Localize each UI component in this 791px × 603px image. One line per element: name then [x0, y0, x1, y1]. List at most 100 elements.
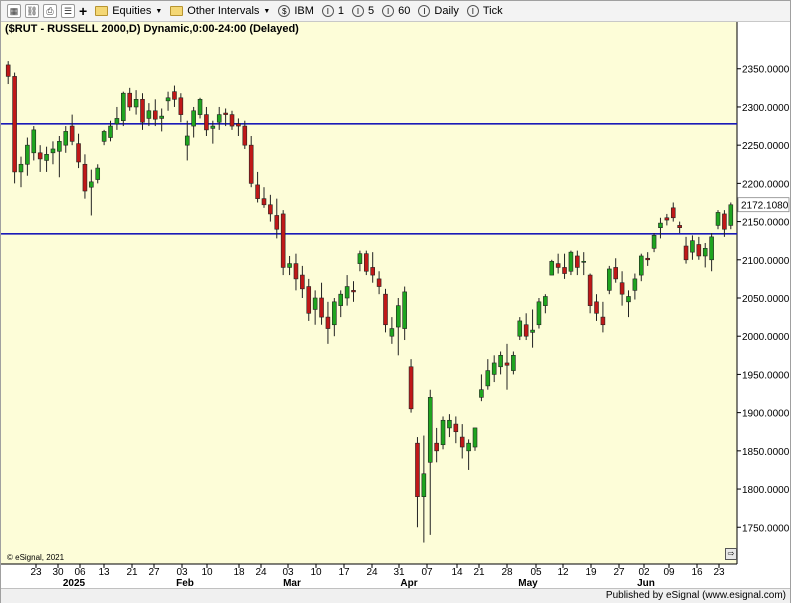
- price-chart[interactable]: 2350.0000 2300.0000 2250.0000 2200.0000 2150…: [1, 22, 790, 588]
- chart-style-icon[interactable]: ▦: [7, 4, 21, 18]
- interval-60-button[interactable]: I 60: [382, 5, 410, 17]
- candle-body: [140, 99, 145, 123]
- x-day-label: 05: [530, 567, 542, 578]
- tick-button[interactable]: I Tick: [466, 5, 503, 17]
- candle-body: [427, 397, 433, 463]
- candle-body: [108, 125, 113, 138]
- candle-body: [690, 240, 695, 253]
- y-tick-label: 2350.0000: [742, 65, 790, 76]
- candle-body: [498, 355, 503, 368]
- x-day-label: 12: [557, 567, 569, 578]
- x-day-label: 16: [691, 567, 703, 578]
- candle-body: [479, 389, 484, 398]
- candle: [364, 250, 369, 276]
- candle: [607, 265, 612, 295]
- candle-body: [581, 261, 587, 263]
- candle-body: [376, 278, 382, 287]
- candle-body: [274, 215, 280, 230]
- interval-60-label: 60: [398, 5, 411, 17]
- y-tick-label: 2250.0000: [742, 141, 790, 152]
- candle-body: [127, 92, 132, 108]
- candle-body: [95, 167, 101, 180]
- candle-body: [204, 114, 209, 131]
- candle-body: [210, 125, 216, 129]
- interval-1-button[interactable]: I 1: [321, 5, 345, 17]
- status-bar: Published by eSignal (www.esignal.com): [1, 588, 790, 603]
- link-icon[interactable]: ⛓: [25, 4, 39, 18]
- x-day-label: 13: [98, 567, 110, 578]
- candle-body: [715, 212, 721, 226]
- chart-window: ▦ ⛓ ⎙ ☰ + Equities ▼ Other Intervals ▼ $…: [0, 0, 791, 603]
- candle-body: [172, 91, 177, 100]
- ibm-button[interactable]: $ IBM: [278, 5, 314, 17]
- interval-icon: I: [382, 5, 395, 17]
- candle-body: [728, 204, 734, 226]
- folder-icon: [95, 6, 109, 16]
- x-day-label: 24: [366, 567, 378, 578]
- x-day-label: 06: [74, 567, 86, 578]
- folder-icon: [170, 6, 184, 16]
- candle-body: [76, 143, 81, 163]
- candle-body: [447, 419, 452, 429]
- y-tick-label: 2300.0000: [742, 103, 790, 114]
- candle-body: [306, 286, 312, 314]
- x-day-label: 23: [713, 567, 725, 578]
- equities-dropdown[interactable]: Equities ▼: [95, 5, 162, 17]
- candle-body: [325, 316, 331, 329]
- candle-body: [89, 181, 94, 188]
- x-day-label: 21: [473, 567, 485, 578]
- candle-body: [530, 329, 535, 333]
- y-tick-label: 1850.0000: [742, 447, 790, 458]
- copyright-text: © eSignal, 2021: [7, 553, 65, 562]
- daily-label: Daily: [434, 5, 459, 17]
- candle-body: [319, 297, 324, 318]
- candle-body: [25, 144, 30, 165]
- tick-label: Tick: [482, 5, 503, 17]
- candle-body: [293, 263, 299, 280]
- candle-body: [523, 324, 529, 337]
- candle-body: [44, 154, 49, 161]
- candle-body: [613, 267, 618, 280]
- candle-body: [18, 163, 24, 173]
- print-icon[interactable]: ⎙: [43, 4, 57, 18]
- caret-down-icon: ▼: [263, 7, 271, 15]
- x-month-label: Apr: [400, 578, 417, 588]
- other-intervals-dropdown[interactable]: Other Intervals ▼: [170, 5, 270, 17]
- candle-body: [31, 129, 37, 154]
- scroll-end-icon[interactable]: ⇨: [725, 548, 737, 560]
- other-intervals-label: Other Intervals: [187, 5, 260, 17]
- properties-icon[interactable]: ☰: [61, 4, 75, 18]
- ibm-label: IBM: [294, 5, 314, 17]
- x-day-label: 09: [663, 567, 675, 578]
- candle-body: [511, 355, 516, 371]
- candle-body: [632, 278, 638, 291]
- y-tick-label: 2100.0000: [742, 256, 790, 267]
- candle-body: [165, 97, 171, 102]
- candle-body: [651, 235, 657, 249]
- candle-body: [638, 255, 644, 276]
- interval-1-label: 1: [337, 5, 345, 17]
- candle-body: [133, 99, 139, 108]
- candle-body: [287, 263, 292, 268]
- toolbar: ▦ ⛓ ⎙ ☰ + Equities ▼ Other Intervals ▼ $…: [1, 1, 790, 22]
- published-by-text: Published by eSignal (www.esignal.com): [605, 590, 786, 601]
- candle-body: [5, 64, 11, 77]
- candle-body: [696, 244, 702, 257]
- candle-body: [485, 370, 491, 387]
- candle-body: [402, 291, 407, 329]
- candle-body: [370, 267, 375, 276]
- add-plus-icon[interactable]: +: [79, 3, 87, 19]
- candle-body: [152, 110, 158, 120]
- candle-body: [395, 305, 401, 328]
- interval-5-button[interactable]: I 5: [352, 5, 374, 17]
- candle-body: [178, 97, 184, 115]
- candle-body: [440, 419, 446, 446]
- x-day-label: 10: [310, 567, 322, 578]
- daily-button[interactable]: I Daily: [418, 5, 459, 17]
- y-tick-label: 1950.0000: [742, 370, 790, 381]
- symbol-icon: $: [278, 5, 291, 17]
- interval-icon: I: [352, 5, 365, 17]
- x-day-label: 23: [30, 567, 42, 578]
- x-day-label: 07: [421, 567, 433, 578]
- x-day-label: 24: [255, 567, 267, 578]
